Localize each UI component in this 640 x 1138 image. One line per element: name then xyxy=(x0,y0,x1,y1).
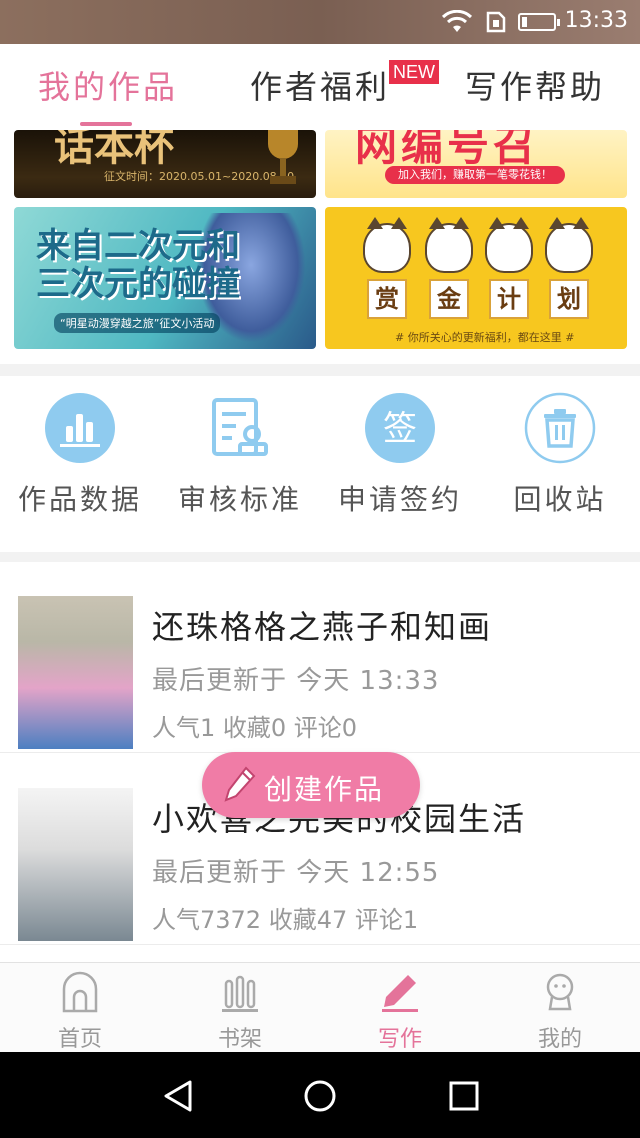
clock: 13:33 xyxy=(564,8,628,33)
active-tab-indicator xyxy=(80,122,132,126)
banner-anime-contest[interactable]: 来自二次元和 三次元的碰撞 “明星动漫穿越之旅”征文小活动 xyxy=(14,207,316,349)
book-cover-image xyxy=(18,788,133,941)
banner-reward-plan[interactable]: 赏 金 计 划 # 你所关心的更新福利，都在这里 # xyxy=(325,207,627,349)
cat-illustration xyxy=(425,217,473,273)
back-icon[interactable] xyxy=(160,1078,196,1114)
home-circle-icon[interactable] xyxy=(302,1078,338,1114)
bar-chart-icon xyxy=(44,392,116,464)
wifi-icon xyxy=(441,10,473,32)
nav-bookshelf[interactable]: 书架 xyxy=(160,971,320,1053)
svg-text:签: 签 xyxy=(383,409,417,449)
nav-write[interactable]: 写作 xyxy=(320,971,480,1053)
top-tab-bar: 我的作品 作者福利 NEW 写作帮助 xyxy=(0,44,640,131)
nav-label: 我的 xyxy=(537,1027,582,1052)
nav-home[interactable]: 首页 xyxy=(0,971,160,1053)
reward-char: 金 xyxy=(429,279,469,319)
cat-illustration xyxy=(545,217,593,273)
action-label: 作品数据 xyxy=(17,483,142,516)
action-apply-contract[interactable]: 签 申请签约 xyxy=(320,392,480,518)
work-stats: 人气7372 收藏47 评论1 xyxy=(152,906,419,934)
nav-label: 写作 xyxy=(377,1027,422,1052)
work-updated-time: 最后更新于 今天 12:55 xyxy=(152,858,440,888)
bottom-nav: 首页 书架 写作 我的 xyxy=(0,962,640,1053)
tab-author-benefits[interactable]: 作者福利 xyxy=(250,62,390,108)
banner-subtext: # 你所关心的更新福利，都在这里 # xyxy=(395,331,575,344)
action-recycle-bin[interactable]: 回收站 xyxy=(480,392,640,518)
create-work-button[interactable]: 创建作品 xyxy=(202,752,420,818)
reward-char: 划 xyxy=(549,279,589,319)
work-updated-time: 最后更新于 今天 13:33 xyxy=(152,666,440,696)
home-icon xyxy=(58,971,102,1015)
sign-icon: 签 xyxy=(364,392,436,464)
action-label: 回收站 xyxy=(513,483,607,516)
status-bar: 13:33 xyxy=(0,0,640,44)
pencil-icon xyxy=(224,766,256,802)
battery-icon xyxy=(518,13,560,31)
system-nav-bar xyxy=(0,1052,640,1138)
banner-headline: 来自二次元和 三次元的碰撞 xyxy=(36,226,240,304)
action-review-standard[interactable]: 审核标准 xyxy=(160,392,320,518)
banner-headline: 话本杯 xyxy=(54,130,174,170)
banner-subtext: “明星动漫穿越之旅”征文小活动 xyxy=(54,313,221,333)
work-title: 还珠格格之燕子和知画 xyxy=(152,608,493,646)
banner-grid: 话本杯 征文时间：2020.05.01~2020.08.10 网编号召 加入我们… xyxy=(0,130,640,364)
create-work-label: 创建作品 xyxy=(264,773,385,806)
work-stats: 人气1 收藏0 评论0 xyxy=(152,714,358,742)
action-work-data[interactable]: 作品数据 xyxy=(0,392,160,518)
book-cover-image xyxy=(18,596,133,749)
cat-illustration xyxy=(363,217,411,273)
profile-icon xyxy=(538,971,582,1015)
reward-char: 赏 xyxy=(367,279,407,319)
document-stamp-icon xyxy=(204,392,276,464)
bookshelf-icon xyxy=(218,971,262,1015)
sim-icon xyxy=(486,11,506,33)
tab-writing-help[interactable]: 写作帮助 xyxy=(465,62,605,108)
nav-label: 首页 xyxy=(57,1027,102,1052)
list-item[interactable]: 还珠格格之燕子和知画 最后更新于 今天 13:33 人气1 收藏0 评论0 xyxy=(0,562,640,753)
quick-actions: 作品数据 审核标准 签 申请签约 回收站 xyxy=(0,376,640,552)
trash-icon xyxy=(524,392,596,464)
trophy-icon xyxy=(268,130,298,184)
new-badge: NEW xyxy=(389,60,439,84)
cat-illustration xyxy=(485,217,533,273)
banner-contest[interactable]: 话本杯 征文时间：2020.05.01~2020.08.10 xyxy=(14,130,316,198)
recents-icon[interactable] xyxy=(446,1078,482,1114)
action-label: 审核标准 xyxy=(177,483,302,516)
action-label: 申请签约 xyxy=(337,483,462,516)
reward-char: 计 xyxy=(489,279,529,319)
nav-profile[interactable]: 我的 xyxy=(480,971,640,1053)
tab-my-works[interactable]: 我的作品 xyxy=(38,62,178,108)
banner-editor-recruit[interactable]: 网编号召 加入我们，赚取第一笔零花钱！ xyxy=(325,130,627,198)
nav-label: 书架 xyxy=(217,1027,262,1052)
banner-subtext: 加入我们，赚取第一笔零花钱！ xyxy=(385,166,565,184)
pen-icon xyxy=(378,971,422,1015)
